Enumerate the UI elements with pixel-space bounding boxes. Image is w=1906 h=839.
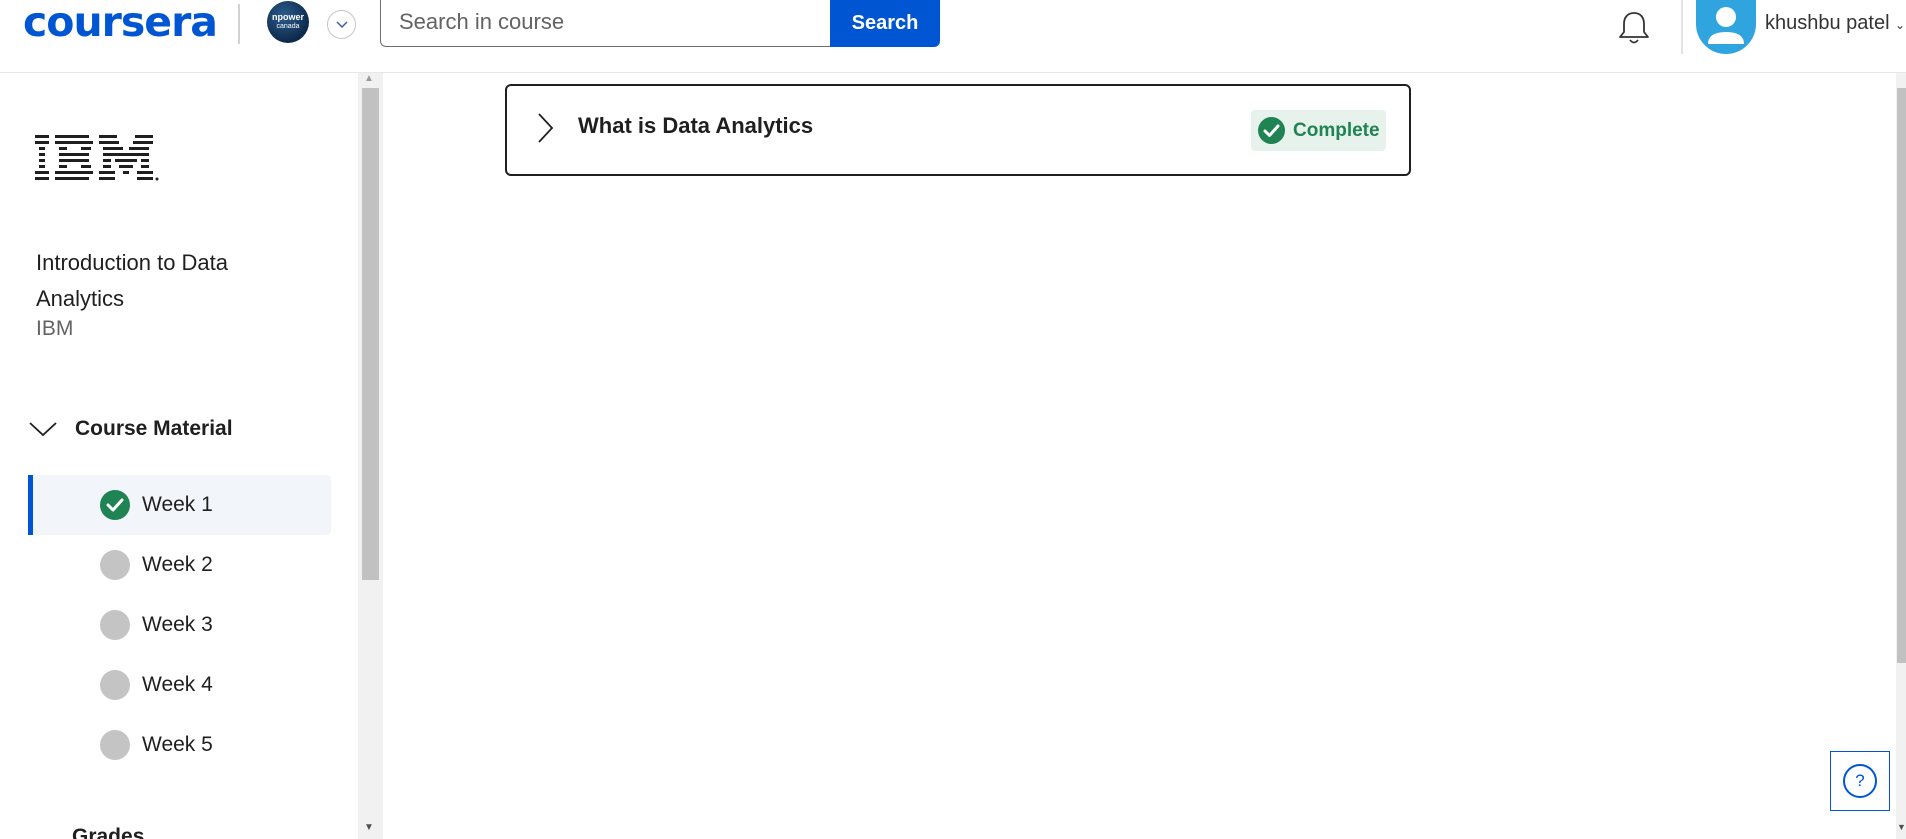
partner-switcher-button[interactable]: [327, 10, 356, 39]
lesson-title: What is Data Analytics: [578, 113, 814, 138]
coursera-logo[interactable]: coursera: [23, 0, 218, 44]
page-scrollbar-thumb[interactable]: [1897, 88, 1906, 663]
ibm-logo: [35, 135, 159, 181]
status-label: Complete: [1293, 119, 1380, 141]
week-label: Week 5: [142, 733, 213, 756]
help-button[interactable]: ?: [1830, 751, 1890, 811]
header-divider-right: [1681, 0, 1683, 54]
chevron-right-icon: [538, 113, 554, 143]
chevron-down-icon[interactable]: ⌄: [1895, 18, 1905, 32]
main-content: [383, 73, 1906, 839]
bell-icon[interactable]: [1614, 8, 1654, 48]
scroll-down-arrow-icon[interactable]: ▼: [364, 822, 374, 833]
sidebar-item-week-5[interactable]: Week 5: [28, 715, 331, 775]
partner-logo-line1: npower: [271, 12, 304, 22]
section-label: Course Material: [75, 417, 233, 440]
sidebar-item-week-4[interactable]: Week 4: [28, 655, 331, 715]
sidebar-item-week-2[interactable]: Week 2: [28, 535, 331, 595]
lesson-accordion[interactable]: What is Data Analytics Complete: [505, 84, 1411, 176]
incomplete-status-icon: [100, 670, 130, 700]
user-name[interactable]: khushbu patel: [1765, 12, 1890, 35]
week-label: Week 3: [142, 613, 213, 636]
incomplete-status-icon: [100, 610, 130, 640]
header-divider: [238, 4, 240, 44]
search-input[interactable]: Search in course: [380, 0, 831, 47]
help-icon: ?: [1843, 764, 1877, 798]
complete-check-icon: [100, 490, 130, 520]
check-circle-icon: [1258, 117, 1285, 144]
sidebar-item-week-3[interactable]: Week 3: [28, 595, 331, 655]
search-button[interactable]: Search: [830, 0, 940, 47]
scroll-down-arrow-icon[interactable]: ▼: [1897, 822, 1906, 832]
course-title[interactable]: Introduction to Data Analytics: [36, 245, 276, 317]
top-header: coursera npower canada Search in course …: [0, 0, 1906, 73]
incomplete-status-icon: [100, 550, 130, 580]
week-label: Week 4: [142, 673, 213, 696]
user-icon: [1708, 7, 1744, 44]
chevron-down-icon: [29, 422, 57, 437]
chevron-down-icon: [335, 20, 348, 28]
avatar[interactable]: [1696, 0, 1756, 54]
sidebar-item-week-1[interactable]: Week 1: [28, 475, 331, 535]
week-label: Week 2: [142, 553, 213, 576]
week-label: Week 1: [142, 493, 213, 516]
sidebar-item-grades[interactable]: Grades: [72, 825, 144, 839]
scroll-up-arrow-icon[interactable]: ▲: [364, 73, 374, 84]
partner-logo[interactable]: npower canada: [267, 1, 309, 43]
course-sidebar: Introduction to Data Analytics IBM Cours…: [0, 73, 358, 839]
status-badge: Complete: [1251, 110, 1386, 151]
sidebar-scrollbar-thumb[interactable]: [362, 88, 379, 580]
course-org: IBM: [36, 317, 74, 340]
partner-logo-line2: canada: [276, 23, 300, 30]
incomplete-status-icon: [100, 730, 130, 760]
course-material-toggle[interactable]: Course Material: [28, 411, 233, 447]
